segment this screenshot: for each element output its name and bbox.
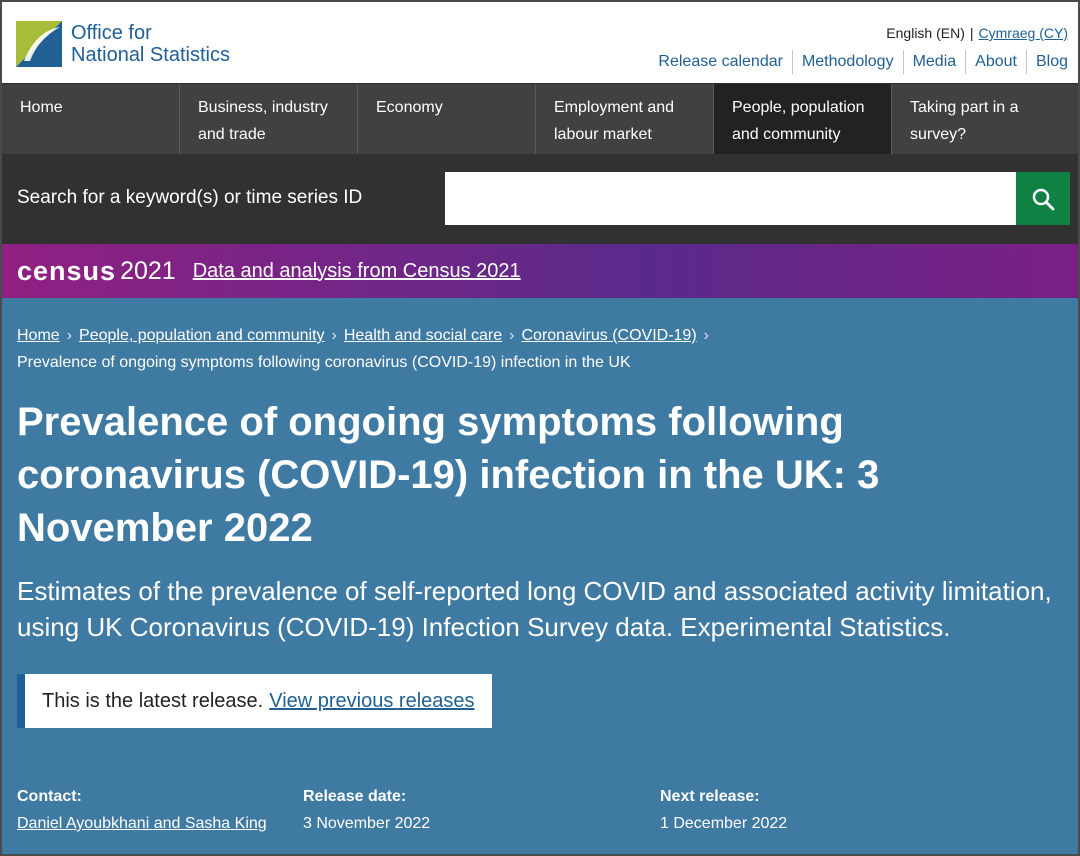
search-label: Search for a keyword(s) or time series I… [17,187,363,208]
site-header: Office for National Statistics English (… [2,2,1078,83]
latest-release-notice: This is the latest release. View previou… [17,674,492,728]
primary-nav: Home Business, industry and trade Econom… [2,83,1078,154]
contact-label: Contact: [17,788,82,805]
methodology-link[interactable]: Methodology [791,50,903,74]
meta-release-date: Release date: 3 November 2022 [303,788,430,833]
meta-contact: Contact: Daniel Ayoubkhani and Sasha Kin… [17,788,267,833]
breadcrumb-home[interactable]: Home [17,327,60,344]
lang-welsh-link[interactable]: Cymraeg (CY) [979,25,1068,41]
release-calendar-link[interactable]: Release calendar [649,50,792,74]
chevron-right-icon: › [509,327,515,344]
breadcrumb: Home › People, population and community › He… [17,322,1067,376]
nav-item-employment[interactable]: Employment and labour market [536,84,714,154]
census-year: 2021 [120,256,176,285]
census-logo: census [17,255,117,286]
about-link[interactable]: About [965,50,1026,74]
breadcrumb-coronavirus[interactable]: Coronavirus (COVID-19) [521,327,696,344]
search-button[interactable] [1016,172,1070,225]
page-hero: Home › People, population and community › He… [2,298,1078,854]
page-title: Prevalence of ongoing symptoms following… [17,400,880,550]
release-date-value: 3 November 2022 [303,815,431,832]
previous-releases-link[interactable]: View previous releases [269,690,474,713]
search-bar: Search for a keyword(s) or time series I… [2,154,1078,244]
breadcrumb-current: Prevalence of ongoing symptoms following… [17,354,631,371]
ons-logo-text: Office for National Statistics [71,22,230,66]
latest-release-text: This is the latest release. [42,689,264,712]
browser-page: Office for National Statistics English (… [0,0,1080,856]
page-subtitle: Estimates of the prevalence of self-repo… [17,576,1052,642]
nav-item-business[interactable]: Business, industry and trade [180,84,358,154]
lang-separator: | [969,25,974,41]
logo-line-2: National Statistics [71,44,230,66]
blog-link[interactable]: Blog [1025,50,1068,74]
contact-link[interactable]: Daniel Ayoubkhani and Sasha King [17,815,267,832]
search-input[interactable] [445,172,1017,225]
nav-item-survey[interactable]: Taking part in a survey? [892,84,1070,154]
search-icon [1032,188,1055,210]
census-data-link[interactable]: Data and analysis from Census 2021 [193,260,521,283]
release-date-label: Release date: [303,788,407,805]
meta-next-release: Next release: 1 December 2022 [660,788,787,833]
census-banner: census 2021 Data and analysis from Censu… [2,244,1078,298]
language-switcher: English (EN) | Cymraeg (CY) [886,25,1068,41]
next-release-label: Next release: [660,788,760,805]
media-link[interactable]: Media [902,50,966,74]
breadcrumb-health[interactable]: Health and social care [344,327,502,344]
breadcrumb-people[interactable]: People, population and community [79,327,325,344]
chevron-right-icon: › [331,327,337,344]
chevron-right-icon: › [703,327,709,344]
ons-logo-icon [16,21,62,67]
lang-english: English (EN) [886,25,965,41]
nav-item-people[interactable]: People, population and community [714,84,892,154]
next-release-value: 1 December 2022 [660,815,788,832]
nav-item-home[interactable]: Home [2,84,180,154]
logo-line-1: Office for [71,22,152,44]
ons-logo[interactable]: Office for National Statistics [16,21,230,67]
nav-item-economy[interactable]: Economy [358,84,536,154]
utility-links: Release calendar Methodology Media About… [649,50,1068,74]
chevron-right-icon: › [66,327,73,344]
